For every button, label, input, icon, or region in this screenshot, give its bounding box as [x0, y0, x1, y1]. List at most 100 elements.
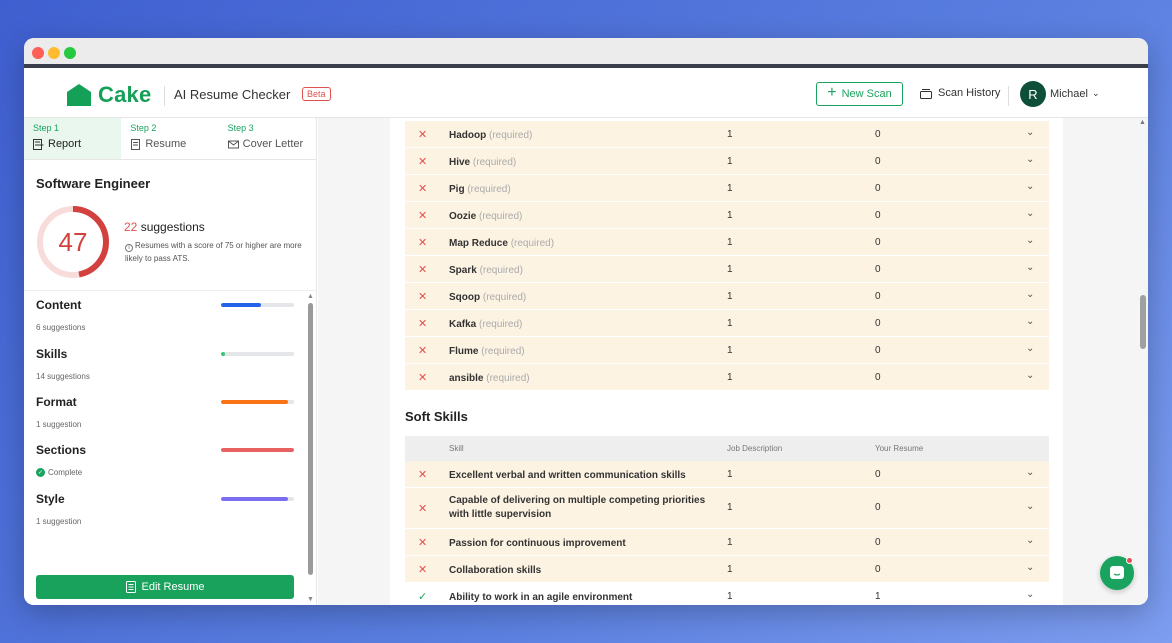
table-row[interactable]: ✕ Excellent verbal and written communica… — [405, 461, 1049, 488]
scrollbar-thumb[interactable] — [1140, 295, 1146, 349]
chevron-down-icon[interactable]: ⌄ — [1026, 589, 1034, 600]
table-row[interactable]: ✕ Flume (required) 1 0 ⌄ — [405, 337, 1049, 364]
stack-icon — [920, 88, 932, 99]
logo[interactable]: Cake — [67, 82, 151, 108]
missing-x-icon: ✕ — [418, 129, 428, 141]
resume-count: 0 — [875, 345, 881, 356]
chevron-down-icon[interactable]: ⌄ — [1026, 501, 1034, 512]
progress-bar — [221, 497, 294, 501]
missing-x-icon: ✕ — [418, 318, 428, 330]
progress-bar — [221, 400, 294, 404]
required-note: (required) — [479, 265, 523, 276]
resume-count: 0 — [875, 291, 881, 302]
chevron-down-icon[interactable]: ⌄ — [1026, 127, 1034, 138]
scroll-up-icon[interactable]: ▲ — [1139, 119, 1146, 126]
table-row[interactable]: ✕ Map Reduce (required) 1 0 ⌄ — [405, 229, 1049, 256]
missing-x-icon: ✕ — [418, 469, 428, 481]
required-note: (required) — [479, 319, 523, 330]
step-label-row: Cover Letter — [227, 138, 316, 150]
category-suggestions: 14 suggestions — [36, 372, 90, 381]
resume-count: 0 — [875, 129, 881, 140]
job-description-count: 1 — [727, 291, 733, 302]
skill-cell: Spark (required) — [449, 264, 709, 278]
sidebar-scrollbar[interactable]: ▲ ▼ — [307, 293, 314, 605]
skill-name: Kafka — [449, 319, 477, 330]
skill-cell: Kafka (required) — [449, 318, 709, 332]
category-suggestions: 1 suggestion — [36, 517, 82, 526]
chevron-down-icon[interactable]: ⌄ — [1026, 535, 1034, 546]
chevron-down-icon[interactable]: ⌄ — [1026, 289, 1034, 300]
scan-history-button[interactable]: Scan History — [920, 87, 1000, 99]
close-window-button[interactable] — [32, 47, 44, 59]
chevron-down-icon[interactable]: ⌄ — [1026, 370, 1034, 381]
resume-count: 0 — [875, 564, 881, 575]
tab-report[interactable]: Step 1 Report — [24, 118, 122, 159]
skill-name: Capable of delivering on multiple compet… — [449, 495, 706, 520]
avatar[interactable]: R — [1020, 81, 1046, 107]
scroll-up-icon[interactable]: ▲ — [307, 293, 314, 300]
chat-button[interactable] — [1100, 556, 1134, 590]
step-label: Cover Letter — [242, 138, 304, 150]
maximize-window-button[interactable] — [64, 47, 76, 59]
chevron-down-icon[interactable]: ⌄ — [1026, 181, 1034, 192]
check-icon: ✓ — [418, 591, 428, 603]
step-label-row: Report — [33, 138, 121, 150]
category-content[interactable]: Content 6 suggestions — [36, 298, 296, 332]
category-format[interactable]: Format 1 suggestion — [36, 395, 296, 429]
chevron-down-icon[interactable]: ⌄ — [1026, 235, 1034, 246]
new-scan-button[interactable]: + New Scan — [816, 82, 903, 106]
skill-name: Hive — [449, 157, 471, 168]
chevron-down-icon[interactable]: ⌄ — [1026, 262, 1034, 273]
step-number: Step 1 — [33, 123, 60, 133]
table-row[interactable]: ✕ Sqoop (required) 1 0 ⌄ — [405, 283, 1049, 310]
cake-logo-icon — [67, 84, 91, 106]
table-row[interactable]: ✕ Oozie (required) 1 0 ⌄ — [405, 202, 1049, 229]
table-row[interactable]: ✕ ansible (required) 1 0 ⌄ — [405, 364, 1049, 391]
table-row[interactable]: ✕ Capable of delivering on multiple comp… — [405, 488, 1049, 529]
chevron-down-icon[interactable]: ⌄ — [1092, 88, 1100, 99]
edit-resume-button[interactable]: Edit Resume — [36, 575, 294, 599]
skill-name: Sqoop — [449, 292, 481, 303]
table-row[interactable]: ✕ Hadoop (required) 1 0 ⌄ — [405, 121, 1049, 148]
scrollbar-thumb[interactable] — [308, 303, 313, 575]
category-style[interactable]: Style 1 suggestion — [36, 492, 296, 526]
missing-x-icon: ✕ — [418, 537, 428, 549]
minimize-window-button[interactable] — [48, 47, 60, 59]
skill-cell: Sqoop (required) — [449, 291, 709, 305]
table-row[interactable]: ✕ Hive (required) 1 0 ⌄ — [405, 148, 1049, 175]
progress-fill — [221, 497, 289, 501]
tab-resume[interactable]: Step 2 Resume — [121, 118, 218, 159]
table-row[interactable]: ✕ Pig (required) 1 0 ⌄ — [405, 175, 1049, 202]
logo-text: Cake — [98, 82, 152, 107]
chevron-down-icon[interactable]: ⌄ — [1026, 343, 1034, 354]
missing-x-icon: ✕ — [418, 156, 428, 168]
table-row[interactable]: ✕ Spark (required) 1 0 ⌄ — [405, 256, 1049, 283]
tab-cover-letter[interactable]: Step 3 Cover Letter — [219, 118, 316, 159]
chevron-down-icon[interactable]: ⌄ — [1026, 154, 1034, 165]
job-description-count: 1 — [727, 591, 733, 602]
table-row[interactable]: ✓ Ability to work in an agile environmen… — [405, 583, 1049, 605]
app-title: AI Resume Checker — [174, 87, 291, 102]
user-name[interactable]: Michael — [1050, 88, 1088, 100]
job-description-count: 1 — [727, 564, 733, 575]
missing-x-icon: ✕ — [418, 291, 428, 303]
main-scrollbar[interactable]: ▲ — [1138, 118, 1148, 605]
scroll-down-icon[interactable]: ▼ — [307, 596, 314, 603]
progress-fill — [221, 352, 226, 356]
resume-count: 0 — [875, 537, 881, 548]
skill-cell: Pig (required) — [449, 183, 709, 197]
table-row[interactable]: ✕ Collaboration skills 1 0 ⌄ — [405, 556, 1049, 583]
resume-count: 0 — [875, 469, 881, 480]
table-row[interactable]: ✕ Kafka (required) 1 0 ⌄ — [405, 310, 1049, 337]
category-sections[interactable]: Sections ✓ Complete — [36, 443, 296, 477]
table-row[interactable]: ✕ Passion for continuous improvement 1 0… — [405, 529, 1049, 556]
chevron-down-icon[interactable]: ⌄ — [1026, 208, 1034, 219]
required-note: (required) — [489, 130, 533, 141]
required-note: (required) — [481, 346, 525, 357]
chevron-down-icon[interactable]: ⌄ — [1026, 562, 1034, 573]
category-skills[interactable]: Skills 14 suggestions — [36, 347, 296, 381]
chevron-down-icon[interactable]: ⌄ — [1026, 316, 1034, 327]
chevron-down-icon[interactable]: ⌄ — [1026, 467, 1034, 478]
step-label: Resume — [145, 138, 187, 150]
report-icon — [33, 138, 44, 150]
